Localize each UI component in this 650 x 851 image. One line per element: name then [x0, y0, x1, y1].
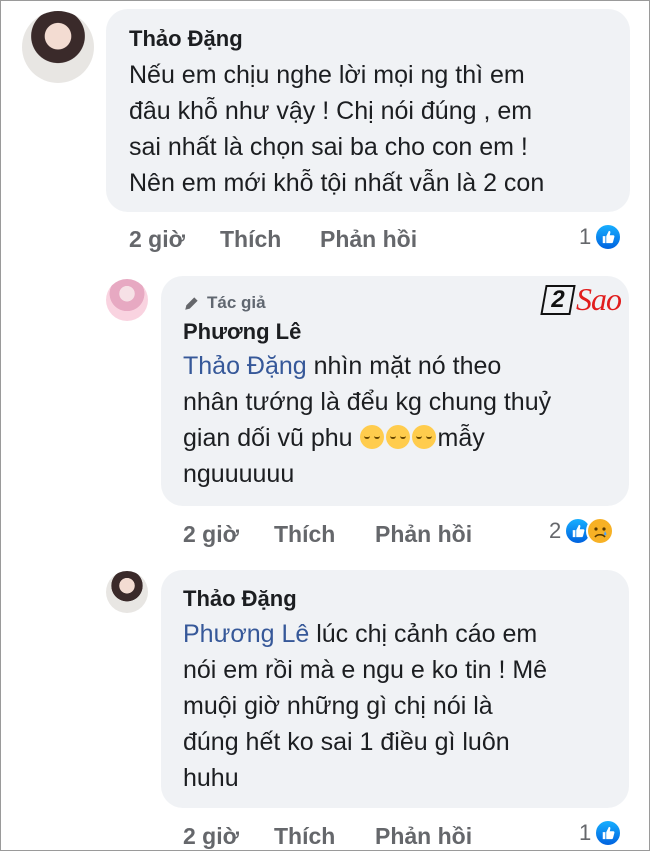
comment-author[interactable]: Thảo Đặng — [183, 586, 297, 612]
comment-line: huhu — [183, 764, 239, 792]
comment-text: Thảo Đặng nhìn mặt nó theo nhân tướng là… — [183, 348, 551, 492]
sad-reaction-icon — [586, 517, 615, 545]
avatar[interactable] — [106, 279, 148, 321]
relieved-face-icon — [411, 425, 436, 449]
like-link[interactable]: Thích — [274, 521, 375, 548]
comment-fragment: gian dối vũ phu — [183, 424, 360, 452]
comment-fragment: nhìn mặt nó theo — [306, 352, 502, 380]
like-reaction-icon — [594, 223, 623, 251]
watermark-word: Sao — [576, 281, 622, 317]
timestamp[interactable]: 2 giờ — [129, 226, 220, 253]
comment-line: Nên em mới khỗ tội nhất vẫn là 2 con — [129, 169, 545, 197]
relieved-face-icon — [385, 425, 410, 449]
comment-actions: 2 giờ Thích Phản hồi — [183, 521, 472, 548]
comment-text: Nếu em chịu nghe lời mọi ng thì em đâu k… — [129, 57, 544, 201]
timestamp[interactable]: 2 giờ — [183, 823, 274, 850]
timestamp[interactable]: 2 giờ — [183, 521, 274, 548]
reaction-count: 1 — [579, 820, 592, 845]
reply-link[interactable]: Phản hồi — [375, 823, 472, 850]
like-reaction-icon — [594, 819, 623, 847]
comment-line: muội giờ những gì chị nói là — [183, 692, 493, 720]
mention-link[interactable]: Thảo Đặng — [183, 352, 307, 380]
comment-author[interactable]: Phương Lê — [183, 319, 301, 345]
comment-line: Thảo Đặng nhìn mặt nó theo — [183, 348, 551, 384]
comment-line: nói em rồi mà e ngu e ko tin ! Mê — [183, 656, 548, 684]
reaction-count: 2 — [549, 518, 562, 543]
comment-line: sai nhất là chọn sai ba cho con em ! — [129, 133, 528, 161]
avatar[interactable] — [106, 571, 148, 613]
avatar[interactable] — [22, 11, 94, 83]
mention-link[interactable]: Phương Lê — [183, 620, 309, 648]
reaction-count: 1 — [579, 224, 592, 249]
like-link[interactable]: Thích — [220, 226, 320, 253]
comment-author[interactable]: Thảo Đặng — [129, 26, 243, 52]
comment-fragment: mẫy — [437, 424, 485, 452]
comment-actions: 2 giờ Thích Phản hồi — [129, 226, 417, 253]
reply-link[interactable]: Phản hồi — [375, 521, 472, 548]
pencil-icon — [185, 297, 198, 310]
reaction-summary[interactable]: 1 — [579, 223, 623, 251]
comment-line: nguuuuuu — [183, 460, 295, 488]
site-watermark-logo: 2 Sao — [540, 281, 622, 318]
author-badge-label: Tác giả — [207, 293, 266, 312]
reaction-summary[interactable]: 2 — [549, 517, 615, 545]
comment-line: Nếu em chịu nghe lời mọi ng thì em — [129, 61, 525, 89]
watermark-number: 2 — [540, 284, 576, 315]
comment-line: đâu khỗ như vậy ! Chị nói đúng , em — [129, 97, 533, 125]
author-badge: Tác giả — [183, 293, 266, 313]
relieved-face-icon — [359, 425, 384, 449]
comment-fragment: lúc chị cảnh cáo em — [309, 620, 538, 648]
comment-text: Phương Lê lúc chị cảnh cáo em nói em rồi… — [183, 616, 547, 796]
comment-actions: 2 giờ Thích Phản hồi — [183, 823, 472, 850]
reply-link[interactable]: Phản hồi — [320, 226, 417, 253]
reaction-summary[interactable]: 1 — [579, 819, 623, 847]
comment-line: gian dối vũ phu mẫy — [183, 420, 551, 456]
comment-line: Phương Lê lúc chị cảnh cáo em — [183, 616, 547, 652]
comment-line: đúng hết ko sai 1 điều gì luôn — [183, 728, 510, 756]
comment-line: nhân tướng là đểu kg chung thuỷ — [183, 388, 552, 416]
like-link[interactable]: Thích — [274, 823, 375, 850]
